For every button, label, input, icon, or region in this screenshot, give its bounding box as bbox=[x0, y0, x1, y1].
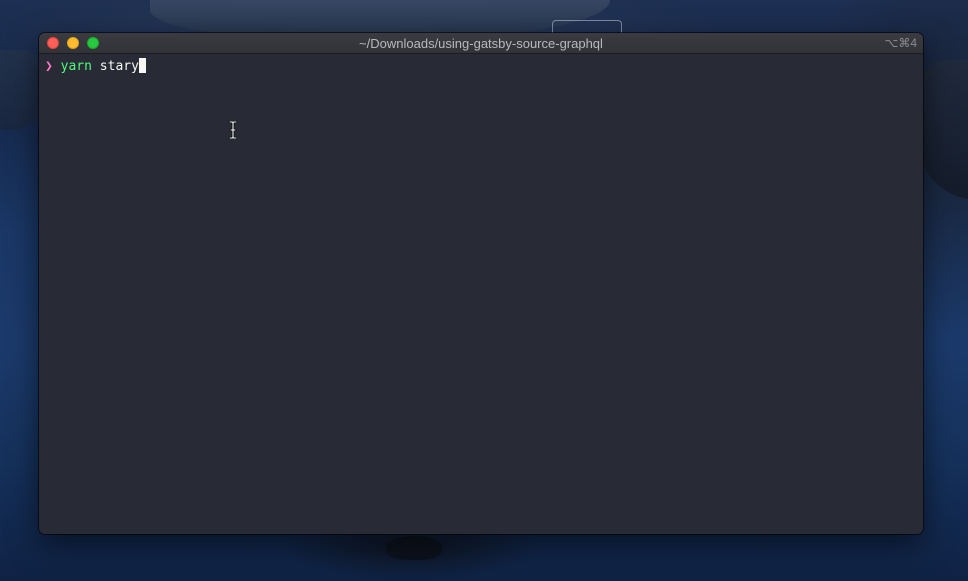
command-line[interactable]: ❯ yarn stary bbox=[45, 58, 146, 74]
prompt-symbol: ❯ bbox=[45, 59, 53, 74]
desktop-wallpaper: ~/Downloads/using-gatsby-source-graphql … bbox=[0, 0, 968, 581]
title-bar[interactable]: ~/Downloads/using-gatsby-source-graphql … bbox=[39, 33, 923, 54]
command-name: yarn bbox=[60, 59, 92, 74]
window-title: ~/Downloads/using-gatsby-source-graphql bbox=[359, 36, 603, 51]
text-cursor-icon bbox=[228, 121, 238, 139]
window-shortcut: ⌥⌘4 bbox=[884, 36, 917, 50]
terminal-content[interactable]: ❯ yarn stary bbox=[39, 54, 923, 534]
text-cursor bbox=[138, 58, 146, 73]
wallpaper-rock bbox=[386, 536, 442, 560]
terminal-window[interactable]: ~/Downloads/using-gatsby-source-graphql … bbox=[39, 33, 923, 534]
wallpaper-cliff-right bbox=[918, 60, 968, 200]
command-argument: stary bbox=[99, 59, 139, 74]
wallpaper-cliff-left bbox=[0, 50, 42, 130]
